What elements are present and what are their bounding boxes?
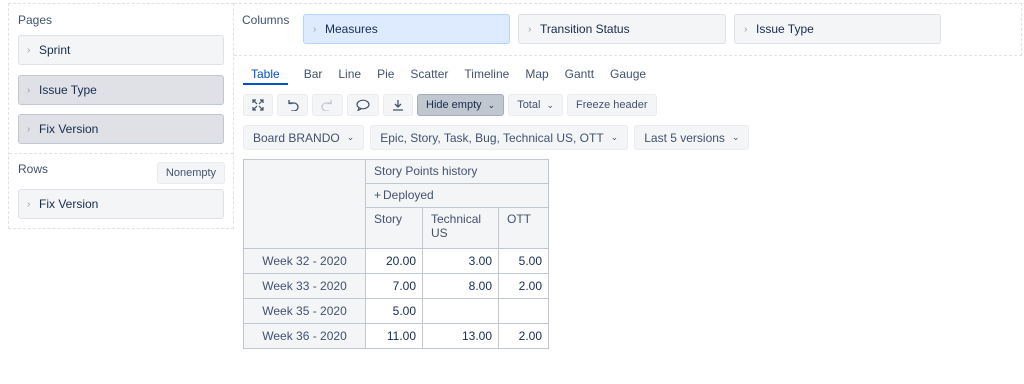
export-button[interactable] <box>383 94 413 116</box>
filter-fix-version[interactable]: Last 5 versions ⌄ <box>634 125 750 150</box>
hide-empty-button[interactable]: Hide empty ⌄ <box>417 94 505 116</box>
column-header-story[interactable]: Story <box>365 207 423 249</box>
rows-title: Rows <box>18 162 49 176</box>
table-row: Week 36 - 2020 11.00 13.00 2.00 <box>243 323 549 349</box>
tab-bar[interactable]: Bar <box>304 67 323 85</box>
column-header-technical-us[interactable]: Technical US <box>422 207 499 249</box>
fullscreen-button[interactable] <box>243 94 273 116</box>
row-header[interactable]: Week 35 - 2020 <box>243 298 366 324</box>
chip-label: Transition Status <box>540 22 630 36</box>
chip-label: Issue Type <box>756 22 814 36</box>
total-label: Total <box>517 99 541 111</box>
table-cell: 8.00 <box>422 273 499 299</box>
pages-chip-issue-type[interactable]: › Issue Type <box>18 75 224 105</box>
expand-plus-icon[interactable]: + <box>374 188 381 202</box>
table-cell: 20.00 <box>365 248 423 274</box>
expand-icon <box>252 99 264 111</box>
chip-label: Issue Type <box>39 83 97 97</box>
chevron-down-icon: ⌄ <box>346 132 355 142</box>
freeze-header-button[interactable]: Freeze header <box>566 94 657 116</box>
columns-chip-measures[interactable]: › Measures <box>303 14 510 44</box>
chip-label: Measures <box>325 22 378 36</box>
freeze-header-label: Freeze header <box>575 99 648 111</box>
tab-pie[interactable]: Pie <box>377 67 394 85</box>
row-header[interactable]: Week 33 - 2020 <box>243 273 366 299</box>
table-cell: 5.00 <box>498 248 549 274</box>
row-header[interactable]: Week 36 - 2020 <box>243 323 366 349</box>
tab-gauge[interactable]: Gauge <box>610 67 646 85</box>
section-divider <box>9 153 233 154</box>
tab-table[interactable]: Table <box>243 67 288 85</box>
columns-title: Columns <box>242 13 290 27</box>
chevron-right-icon: › <box>313 23 317 35</box>
tab-scatter[interactable]: Scatter <box>410 67 448 85</box>
tab-map[interactable]: Map <box>525 67 548 85</box>
redo-button[interactable] <box>312 94 343 116</box>
filter-label: Last 5 versions <box>644 130 725 145</box>
filter-label: Epic, Story, Task, Bug, Technical US, OT… <box>380 130 604 145</box>
rows-chip-fix-version[interactable]: › Fix Version <box>18 189 224 219</box>
chevron-down-icon: ⌄ <box>546 99 554 110</box>
chevron-right-icon: › <box>528 23 532 35</box>
pages-chip-sprint[interactable]: › Sprint <box>18 35 224 65</box>
table-cell: 3.00 <box>422 248 499 274</box>
chevron-right-icon: › <box>27 44 31 56</box>
columns-chip-issue-type[interactable]: › Issue Type <box>734 14 941 44</box>
comment-icon <box>356 99 370 111</box>
toolbar: Hide empty ⌄ Total ⌄ Freeze header <box>243 94 657 116</box>
table-cell: 7.00 <box>365 273 423 299</box>
chevron-right-icon: › <box>27 198 31 210</box>
hide-empty-label: Hide empty <box>426 99 482 111</box>
chip-label: Sprint <box>39 43 71 57</box>
filter-issue-type[interactable]: Epic, Story, Task, Bug, Technical US, OT… <box>370 125 629 150</box>
filter-label: Board BRANDO <box>253 130 340 145</box>
page-filters: Board BRANDO ⌄ Epic, Story, Task, Bug, T… <box>243 125 750 150</box>
download-icon <box>393 100 403 111</box>
table-cell <box>498 298 549 324</box>
table-cell: 2.00 <box>498 323 549 349</box>
report-table: Story Points history + Deployed Story Tec… <box>243 159 549 349</box>
table-cell: 2.00 <box>498 273 549 299</box>
measure-header[interactable]: Story Points history <box>365 159 549 184</box>
undo-icon <box>288 100 299 111</box>
table-row: Week 32 - 2020 20.00 3.00 5.00 <box>243 248 549 274</box>
chevron-right-icon: › <box>27 84 31 96</box>
status-header[interactable]: + Deployed <box>365 183 549 208</box>
chevron-down-icon: ⌄ <box>731 132 740 142</box>
table-cell: 5.00 <box>365 298 423 324</box>
table-cell: 13.00 <box>422 323 499 349</box>
pages-chip-fix-version[interactable]: › Fix Version <box>18 114 224 144</box>
chevron-right-icon: › <box>27 123 31 135</box>
column-header-ott[interactable]: OTT <box>498 207 549 249</box>
row-header[interactable]: Week 32 - 2020 <box>243 248 366 274</box>
status-header-label: Deployed <box>383 188 434 202</box>
chip-label: Fix Version <box>39 197 99 211</box>
view-tabs: Table Bar Line Pie Scatter Timeline Map … <box>243 67 662 85</box>
table-corner <box>243 159 366 249</box>
filter-sprint[interactable]: Board BRANDO ⌄ <box>243 125 365 150</box>
comment-button[interactable] <box>347 94 379 116</box>
table-row: Week 35 - 2020 5.00 <box>243 298 549 324</box>
redo-icon <box>321 100 332 111</box>
chevron-right-icon: › <box>744 23 748 35</box>
left-panel: Pages › Sprint › Issue Type › Fix Versio… <box>8 3 234 229</box>
undo-button[interactable] <box>277 94 308 116</box>
columns-chip-transition-status[interactable]: › Transition Status <box>518 14 726 44</box>
table-cell: 11.00 <box>365 323 423 349</box>
columns-area: Columns › Measures › Transition Status ›… <box>234 3 1022 56</box>
tab-gantt[interactable]: Gantt <box>565 67 594 85</box>
chevron-down-icon: ⌄ <box>487 99 496 110</box>
nonempty-button[interactable]: Nonempty <box>157 162 225 184</box>
table-row: Week 33 - 2020 7.00 8.00 2.00 <box>243 273 549 299</box>
chevron-down-icon: ⌄ <box>610 132 619 142</box>
total-button[interactable]: Total ⌄ <box>508 94 563 116</box>
tab-line[interactable]: Line <box>338 67 361 85</box>
pages-title: Pages <box>18 13 53 27</box>
table-cell <box>422 298 499 324</box>
chip-label: Fix Version <box>39 122 99 136</box>
tab-timeline[interactable]: Timeline <box>464 67 509 85</box>
